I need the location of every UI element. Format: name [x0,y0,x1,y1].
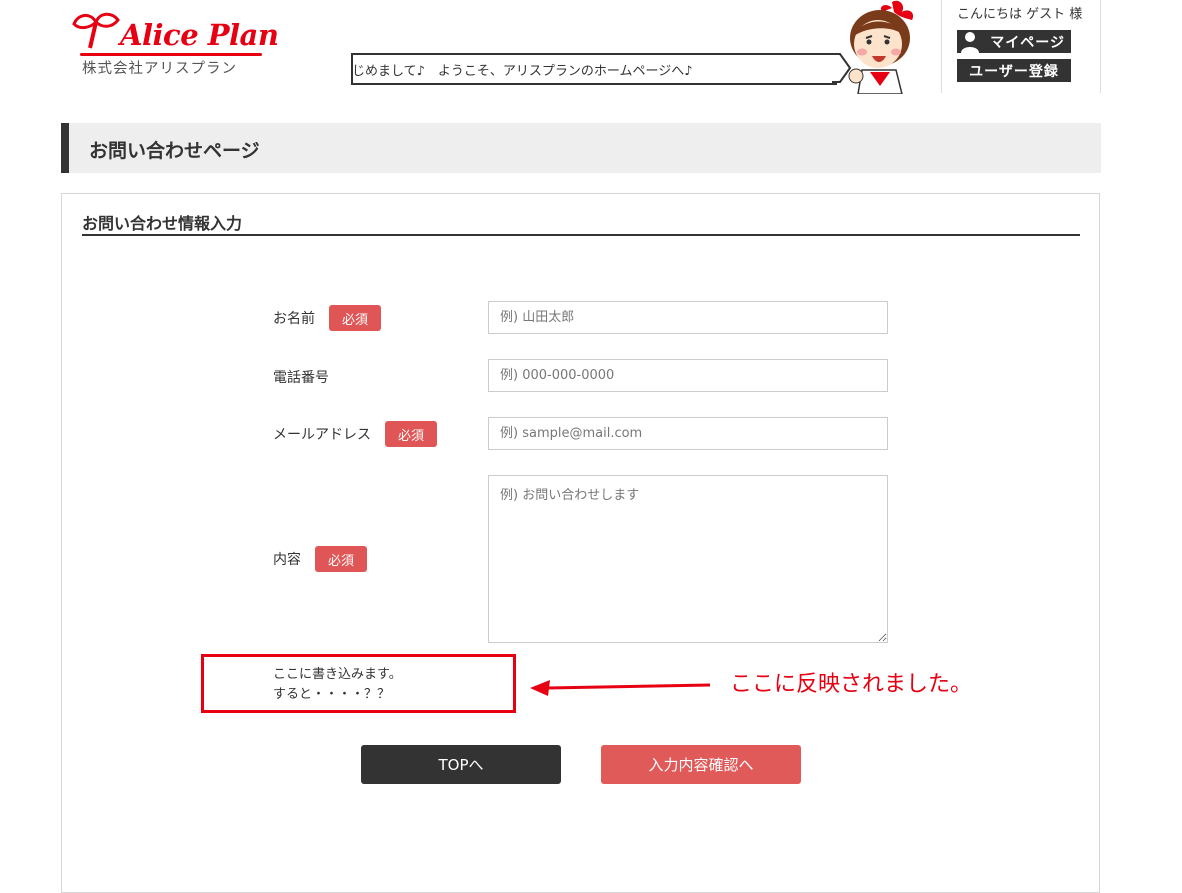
page-title-accent [61,123,69,173]
page-title: お問い合わせページ [89,140,260,162]
section-title-rule [82,234,1080,236]
logo-title: Alice Plan [120,18,279,52]
name-label: お名前 [273,311,315,327]
name-required-badge: 必須 [329,305,381,331]
annotation-arrow-icon [530,680,711,696]
mypage-button[interactable]: マイページ [957,30,1071,53]
content-label: 内容 [273,552,301,568]
email-label: メールアドレス [273,427,371,443]
mypage-label: マイページ [990,34,1065,51]
header-divider [941,0,942,93]
user-register-button[interactable]: ユーザー登録 [957,59,1071,82]
section-title: お問い合わせ情報入力 [82,214,243,233]
mascot-girl-icon [848,0,914,94]
confirm-input-button[interactable]: 入力内容確認へ [601,745,801,784]
speech-bubble-text: はじめまして♪ ようこそ、アリスプランのホームページへ♪ [351,64,693,79]
person-icon [961,32,979,53]
logo-subtitle: 株式会社アリスプラン [82,61,237,77]
content-required-badge: 必須 [315,546,367,572]
leaf-logo-icon [72,12,120,49]
annotation-text: ここに反映されました。 [730,672,973,697]
logo-underline [80,53,262,56]
greeting-text: こんにちは ゲスト 様 [957,7,1083,22]
annotation-highlight-box [201,654,516,713]
header-right-edge [1100,0,1101,93]
page-title-bar: お問い合わせページ [61,123,1101,173]
speech-bubble: はじめまして♪ ようこそ、アリスプランのホームページへ♪ [351,53,837,85]
phone-label: 電話番号 [273,370,329,386]
user-register-label: ユーザー登録 [969,63,1059,80]
top-button[interactable]: TOPへ [361,745,561,784]
name-input[interactable] [488,301,888,334]
content-textarea[interactable] [488,475,888,643]
site-logo[interactable]: Alice Plan 株式会社アリスプラン [70,10,279,80]
email-required-badge: 必須 [385,421,437,447]
email-input[interactable] [488,417,888,450]
phone-input[interactable] [488,359,888,392]
